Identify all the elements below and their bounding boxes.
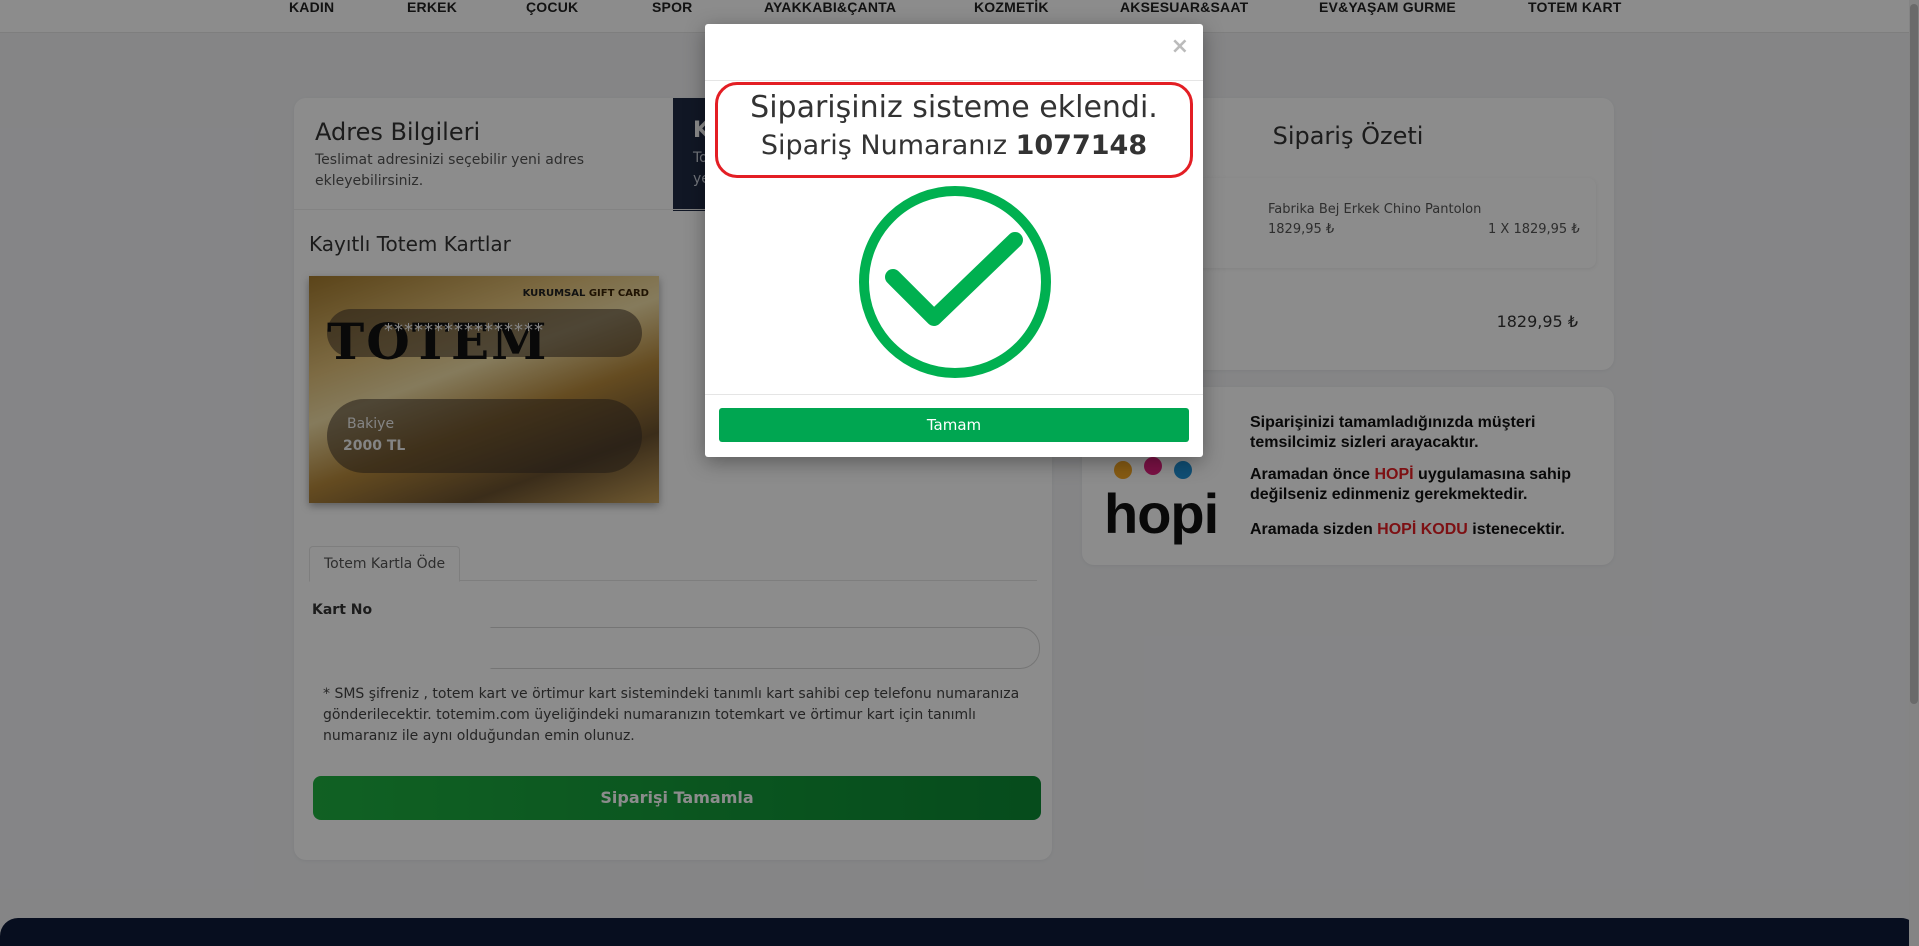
- ok-button[interactable]: Tamam: [719, 408, 1189, 442]
- order-success-modal: × Siparişiniz sisteme eklendi. Sipariş N…: [705, 24, 1203, 457]
- order-number: 1077148: [1015, 130, 1148, 161]
- order-number-message: Sipariş Numaranız 1077148: [760, 130, 1148, 161]
- modal-header-divider: [705, 80, 1203, 81]
- close-icon[interactable]: ×: [1171, 34, 1189, 59]
- success-message: Siparişiniz sisteme eklendi.: [750, 90, 1158, 125]
- check-circle-icon: [859, 186, 1051, 378]
- modal-footer-divider: [705, 394, 1203, 395]
